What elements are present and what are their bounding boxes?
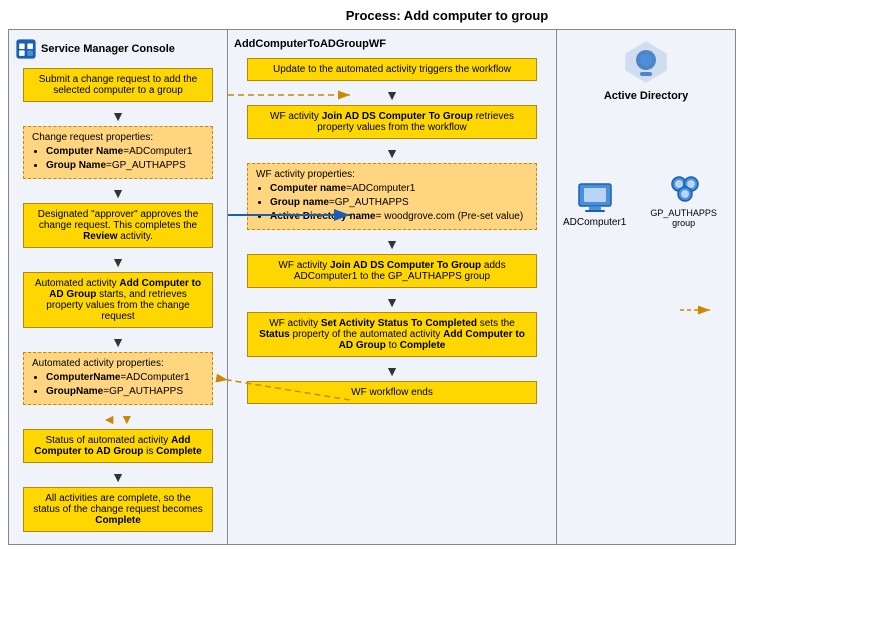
left-box4: Automated activity Add Computer to AD Gr… bbox=[23, 272, 213, 328]
arrow3: ▼ bbox=[111, 254, 125, 270]
left-panel: Service Manager Console Submit a change … bbox=[8, 29, 228, 545]
middle-panel-title: AddComputerToADGroupWF bbox=[234, 38, 550, 50]
left-box1: Submit a change request to add the selec… bbox=[23, 68, 213, 102]
arrow2: ▼ bbox=[111, 185, 125, 201]
mid-box1: Update to the automated activity trigger… bbox=[247, 58, 537, 81]
active-directory-icon bbox=[622, 38, 670, 86]
ad-group-icon-group: GP_AUTHAPPS group bbox=[638, 170, 729, 228]
middle-panel: AddComputerToADGroupWF Update to the aut… bbox=[227, 29, 557, 545]
mid-box5: WF activity Set Activity Status To Compl… bbox=[247, 312, 537, 357]
left-box7: All activities are complete, so the stat… bbox=[23, 487, 213, 532]
ad-icons-area: ADComputer1 GP_AUTHAPPS group bbox=[563, 170, 729, 228]
page-title: Process: Add computer to group bbox=[0, 0, 894, 29]
mid-box4: WF activity Join AD DS Computer To Group… bbox=[247, 254, 537, 288]
ad-group-label: GP_AUTHAPPS group bbox=[638, 208, 729, 228]
service-manager-icon bbox=[15, 38, 37, 60]
mid-arrow1: ▼ bbox=[385, 87, 399, 103]
mid-arrow3: ▼ bbox=[385, 236, 399, 252]
ad-computer-icon bbox=[576, 179, 614, 217]
mid-arrow4: ▼ bbox=[385, 294, 399, 310]
arrow5: ◄ ▼ bbox=[102, 411, 134, 427]
left-box5: Automated activity properties: ComputerN… bbox=[23, 352, 213, 405]
arrow6: ▼ bbox=[111, 469, 125, 485]
left-box6: Status of automated activity Add Compute… bbox=[23, 429, 213, 463]
ad-computer-label: ADComputer1 bbox=[563, 217, 626, 228]
mid-box2: WF activity Join AD DS Computer To Group… bbox=[247, 105, 537, 139]
left-box2: Change request properties: Computer Name… bbox=[23, 126, 213, 179]
mid-box3: WF activity properties: Computer name=AD… bbox=[247, 163, 537, 230]
right-panel: Active Directory ADComputer1 bbox=[556, 29, 736, 545]
ad-computer-icon-group: ADComputer1 bbox=[563, 179, 626, 228]
mid-arrow5: ▼ bbox=[385, 363, 399, 379]
left-panel-title: Service Manager Console bbox=[15, 38, 221, 60]
left-box3: Designated "approver" approves the chang… bbox=[23, 203, 213, 248]
arrow1: ▼ bbox=[111, 108, 125, 124]
arrow4: ▼ bbox=[111, 334, 125, 350]
mid-box6: WF workflow ends bbox=[247, 381, 537, 404]
mid-arrow2: ▼ bbox=[385, 145, 399, 161]
right-panel-title: Active Directory bbox=[604, 38, 688, 102]
ad-group-icon bbox=[665, 170, 703, 208]
